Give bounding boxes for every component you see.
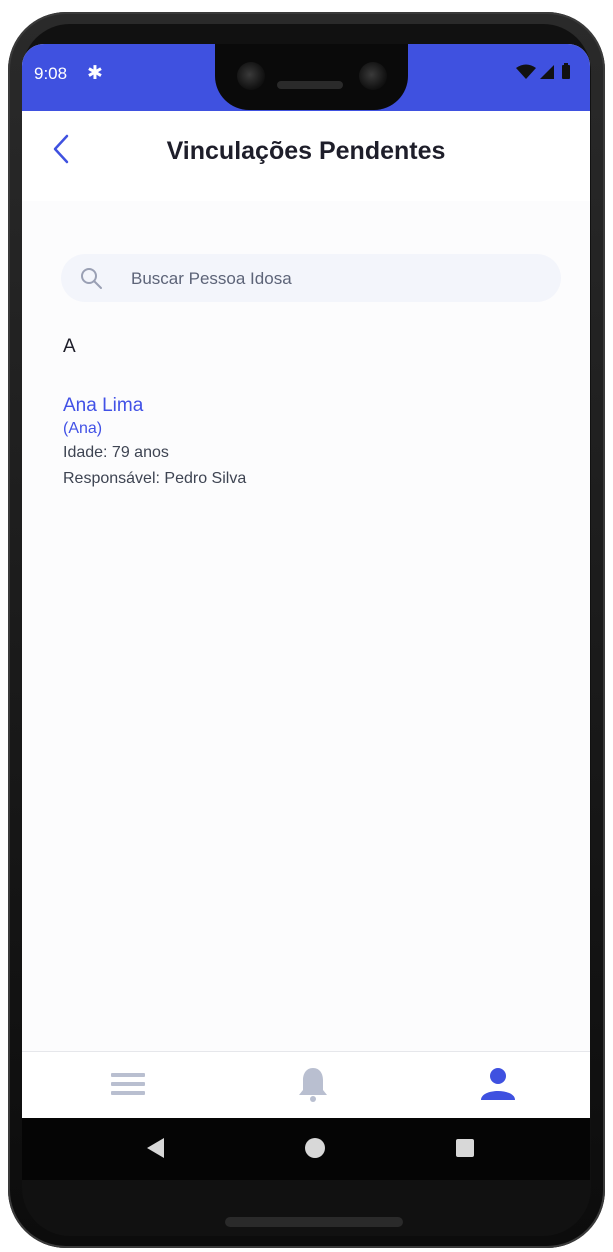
wifi-icon [516,64,536,79]
list-item[interactable]: Ana Lima (Ana) Idade: 79 anos Responsáve… [63,394,543,492]
app-screen: 9:08 ✱ Vinculações Pendentes Buscar Pess… [22,44,590,1119]
android-nav-bar [22,1118,590,1180]
bottom-speaker-grille [225,1217,403,1227]
bell-icon [299,1068,327,1102]
person-age: Idade: 79 anos [63,444,169,461]
nav-menu-button[interactable] [108,1064,148,1104]
front-camera-left [237,62,265,90]
android-home-button[interactable] [305,1138,325,1158]
section-header: A [63,336,76,357]
android-recents-button[interactable] [456,1139,474,1157]
system-icons [514,63,576,86]
nav-profile-button[interactable] [478,1064,518,1104]
gear-icon: ✱ [87,63,103,84]
search-icon [81,268,102,289]
page-title: Vinculações Pendentes [166,137,446,165]
nav-notifications-button[interactable] [293,1064,333,1104]
menu-icon [111,1073,145,1095]
camera-notch [215,44,408,110]
search-bar[interactable] [61,254,561,304]
signal-icon [540,65,554,79]
app-header: Vinculações Pendentes [22,111,590,201]
bottom-nav [22,1051,590,1119]
person-responsible: Responsável: Pedro Silva [63,470,247,487]
person-nickname: (Ana) [63,420,103,437]
android-back-button[interactable] [147,1138,164,1158]
status-time: 9:08 [34,64,68,83]
person-name[interactable]: Ana Lima [63,394,543,418]
earpiece-speaker [277,81,343,89]
search-input[interactable] [129,254,533,304]
front-camera-right [359,62,387,90]
status-bar: 9:08 ✱ [22,44,590,111]
user-icon [481,1068,515,1100]
battery-icon [562,63,570,79]
